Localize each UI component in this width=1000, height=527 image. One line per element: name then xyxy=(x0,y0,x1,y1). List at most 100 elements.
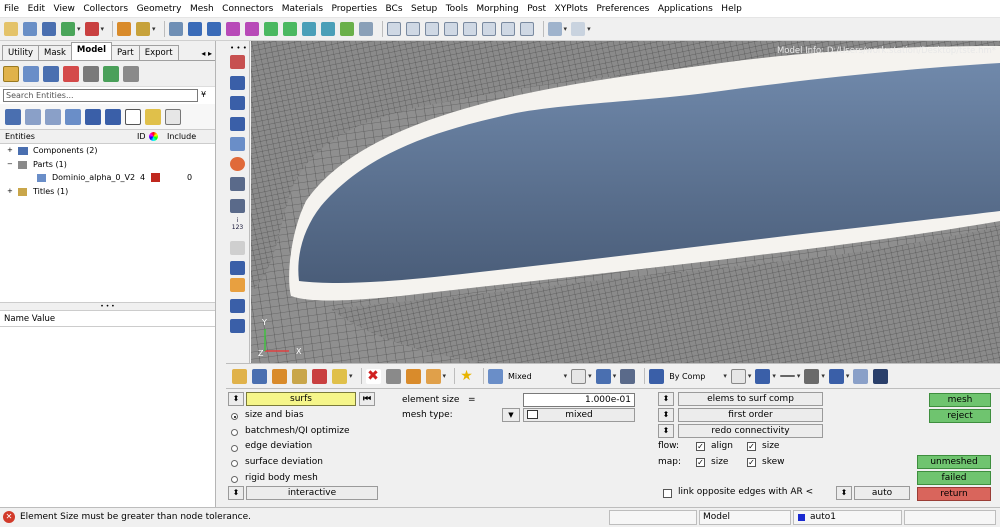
delete-icon[interactable]: ✖ xyxy=(365,368,381,384)
mask-icon[interactable] xyxy=(230,55,245,69)
search-options-icon[interactable]: ¥ xyxy=(201,90,206,99)
expand-collapse-icon[interactable] xyxy=(5,108,21,125)
shaded-elements-icon[interactable] xyxy=(755,368,771,384)
comp-color-icon[interactable] xyxy=(252,368,267,384)
color-mode-icon[interactable] xyxy=(230,157,245,171)
expand-icon[interactable]: + xyxy=(7,146,13,154)
2d-elements-icon[interactable] xyxy=(804,368,820,384)
menu-item-morphing[interactable]: Morphing xyxy=(476,4,518,14)
menu-item-edit[interactable]: Edit xyxy=(28,4,45,14)
element-order-switch-icon[interactable]: ⬍ xyxy=(658,408,674,422)
wireframe-elements-icon[interactable] xyxy=(730,368,746,384)
geometry-color-icon[interactable] xyxy=(571,368,587,384)
export-icon[interactable] xyxy=(84,22,99,36)
color-icon[interactable] xyxy=(85,108,101,125)
menu-item-applications[interactable]: Applications xyxy=(658,4,713,14)
element-edges-icon[interactable] xyxy=(779,375,795,377)
label-abc-active-icon[interactable] xyxy=(230,278,245,292)
zoom-fit-icon[interactable] xyxy=(405,22,420,36)
pid-view-icon[interactable] xyxy=(123,65,139,82)
undo-icon[interactable] xyxy=(547,22,562,36)
numbers-icon[interactable]: i 123 xyxy=(230,217,245,231)
save-model-icon[interactable] xyxy=(42,22,56,36)
mixed-dropdown[interactable]: Mixed xyxy=(508,372,532,381)
tab-model[interactable]: Model xyxy=(70,42,112,60)
menu-item-preferences[interactable]: Preferences xyxy=(596,4,649,14)
menu-item-geometry[interactable]: Geometry xyxy=(137,4,182,14)
shaded-elements-icon[interactable] xyxy=(230,117,245,131)
tab-scroll-arrows[interactable]: ◂ ▸ xyxy=(198,47,215,60)
show-icon[interactable] xyxy=(25,108,41,125)
collapse-icon[interactable]: − xyxy=(7,160,13,168)
menu-item-file[interactable]: File xyxy=(4,4,19,14)
menu-item-bcs[interactable]: BCs xyxy=(386,4,403,14)
rigid-body-mesh-label[interactable]: rigid body mesh xyxy=(245,473,318,483)
menu-item-post[interactable]: Post xyxy=(527,4,546,14)
surface-deviation-radio[interactable] xyxy=(231,460,238,467)
menu-item-help[interactable]: Help xyxy=(721,4,742,14)
rotate-center-icon[interactable] xyxy=(481,22,496,36)
open-model-icon[interactable] xyxy=(23,22,37,36)
property-view-icon[interactable] xyxy=(63,65,79,82)
link-opposite-edges-checkbox[interactable] xyxy=(663,489,672,498)
tree-item-part-dominio[interactable]: Dominio_alpha_0_V2 4 0 xyxy=(0,171,215,185)
new-model-icon[interactable] xyxy=(4,22,18,36)
redo-connectivity-button[interactable]: redo connectivity xyxy=(678,424,823,438)
assembly-view-icon[interactable] xyxy=(23,65,39,82)
failed-button[interactable]: failed xyxy=(917,471,991,485)
include-view-icon[interactable] xyxy=(83,65,99,82)
sets-icon[interactable] xyxy=(332,368,347,384)
zoom-window-icon[interactable] xyxy=(386,22,401,36)
view-xy-top-icon[interactable] xyxy=(225,22,240,36)
reset-selection-icon[interactable]: ⏮ xyxy=(359,392,375,406)
flow-size-checkbox[interactable]: ✓ xyxy=(747,442,756,451)
pan-icon[interactable] xyxy=(424,22,439,36)
properties-icon[interactable] xyxy=(272,368,287,384)
elems-to-surf-switch-icon[interactable]: ⬍ xyxy=(658,392,674,406)
entities-column-header[interactable]: Entities xyxy=(5,132,35,141)
element-display-icon[interactable] xyxy=(230,319,245,333)
mesh-type-selector[interactable]: mixed xyxy=(523,408,635,422)
interactive-button[interactable]: interactive xyxy=(246,486,378,500)
renumber-icon[interactable] xyxy=(405,368,421,384)
utility-icon[interactable] xyxy=(136,22,151,36)
assembly-icon[interactable] xyxy=(292,368,307,384)
material-view-icon[interactable] xyxy=(43,65,59,82)
reject-button[interactable]: reject xyxy=(929,409,991,423)
mesh-type-dropdown-arrow[interactable]: ▼ xyxy=(502,408,520,422)
unmeshed-button[interactable]: unmeshed xyxy=(917,455,991,469)
translate-icon[interactable] xyxy=(425,368,441,384)
connectivity-switch-icon[interactable]: ⬍ xyxy=(658,424,674,438)
element-types-icon[interactable] xyxy=(853,368,869,384)
include-column-header[interactable]: Include xyxy=(167,132,196,141)
unmask-icon[interactable] xyxy=(230,76,245,90)
wireframe-icon[interactable] xyxy=(230,137,245,151)
tab-part[interactable]: Part xyxy=(110,45,140,60)
tree-item-parts[interactable]: − Parts (1) xyxy=(0,158,215,172)
id-column-header[interactable]: ID xyxy=(137,132,146,141)
shaded-geometry-icon[interactable] xyxy=(595,368,611,384)
menu-item-tools[interactable]: Tools xyxy=(446,4,468,14)
tree-item-components[interactable]: + Components (2) xyxy=(0,144,215,158)
solver-view-icon[interactable] xyxy=(103,65,119,82)
rotate-right-icon[interactable] xyxy=(206,22,221,36)
size-and-bias-radio[interactable] xyxy=(231,413,238,420)
view-xz-back-icon[interactable] xyxy=(320,22,335,36)
screen-icon[interactable] xyxy=(873,368,889,384)
edge-deviation-radio[interactable] xyxy=(231,445,238,452)
surface-deviation-label[interactable]: surface deviation xyxy=(245,457,323,467)
map-skew-checkbox[interactable]: ✓ xyxy=(747,458,756,467)
part-color-swatch[interactable] xyxy=(151,173,160,182)
menu-item-connectors[interactable]: Connectors xyxy=(222,4,273,14)
rotate-left-icon[interactable] xyxy=(187,22,202,36)
menu-item-view[interactable]: View xyxy=(54,4,75,14)
hand-icon[interactable] xyxy=(462,22,477,36)
view-yz-right-icon[interactable] xyxy=(282,22,297,36)
zoom-in-icon[interactable] xyxy=(443,22,458,36)
isolate-icon[interactable] xyxy=(45,108,61,125)
menu-item-xyplots[interactable]: XYPlots xyxy=(555,4,588,14)
auto-button[interactable]: auto xyxy=(854,486,910,500)
interactive-switch-icon[interactable]: ⬍ xyxy=(228,486,244,500)
element-size-input[interactable]: 1.000e-01 xyxy=(523,393,635,407)
visibility-eye-icon[interactable] xyxy=(165,108,181,125)
